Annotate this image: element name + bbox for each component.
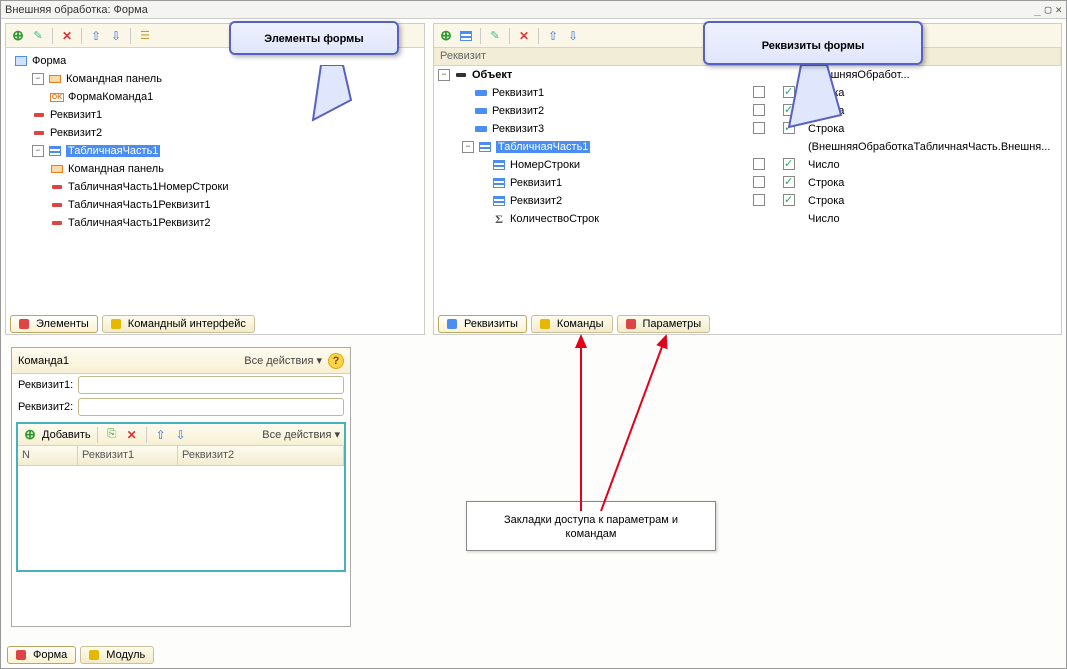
window-title: Внешняя обработка: Форма xyxy=(5,4,1030,16)
checkbox[interactable] xyxy=(783,86,795,98)
preview-table: ⊕ Добавить ⎘ ✕ ⇧ ⇩ Все действия ▾ N Рекви… xyxy=(16,422,346,572)
checkbox[interactable] xyxy=(783,194,795,206)
col-n[interactable]: N xyxy=(18,446,78,465)
checkbox[interactable] xyxy=(783,122,795,134)
sigma-icon: Σ xyxy=(492,213,506,225)
tab-forma[interactable]: Форма xyxy=(7,646,76,664)
rek1-input[interactable] xyxy=(78,376,344,394)
attrs-tree[interactable]: −Объект.ВнешняяОбработ... Реквизит1Строк… xyxy=(434,66,1061,312)
checkbox[interactable] xyxy=(753,158,765,170)
form-elements-panel: ⊕ ✎ ✕ ⇧ ⇩ ☰ Форма −Командная панель OKФо… xyxy=(5,23,425,335)
checkbox[interactable] xyxy=(783,176,795,188)
copy-icon[interactable]: ⎘ xyxy=(104,427,120,443)
edit-icon[interactable]: ✎ xyxy=(30,28,46,44)
left-tabs: Элементы Командный интерфейс xyxy=(6,312,424,334)
all-actions-button[interactable]: Все действия ▾ xyxy=(262,428,340,441)
checkbox[interactable] xyxy=(753,86,765,98)
expander-icon[interactable]: − xyxy=(438,69,450,81)
expander-icon[interactable]: − xyxy=(32,73,44,85)
props-icon[interactable]: ☰ xyxy=(137,28,153,44)
all-actions-button[interactable]: Все действия ▾ xyxy=(244,354,322,367)
tab-rekvizity[interactable]: Реквизиты xyxy=(438,315,527,333)
add-col-icon[interactable] xyxy=(458,28,474,44)
maximize-icon[interactable]: ▢ xyxy=(1045,3,1052,16)
tab-elements[interactable]: Элементы xyxy=(10,315,98,333)
close-icon[interactable]: ✕ xyxy=(1055,3,1062,16)
move-down-icon[interactable]: ⇩ xyxy=(173,427,189,443)
tree-form-cmd1: OKФормаКоманда1 xyxy=(10,88,420,106)
minimize-icon[interactable]: _ xyxy=(1034,3,1041,16)
checkbox[interactable] xyxy=(783,104,795,116)
tree-cmd-panel: −Командная панель xyxy=(10,70,420,88)
preview-cmd-link[interactable]: Команда1 xyxy=(18,355,244,367)
rek2-label: Реквизит2: xyxy=(18,401,78,413)
module-icon xyxy=(89,650,99,660)
window-titlebar: Внешняя обработка: Форма _ ▢ ✕ xyxy=(1,1,1066,19)
move-up-icon[interactable]: ⇧ xyxy=(545,28,561,44)
move-up-icon[interactable]: ⇧ xyxy=(153,427,169,443)
edit-icon[interactable]: ✎ xyxy=(487,28,503,44)
help-icon[interactable]: ? xyxy=(328,353,344,369)
tree-cmd-panel2: Командная панель xyxy=(10,160,420,178)
col-r1[interactable]: Реквизит1 xyxy=(78,446,178,465)
move-down-icon[interactable]: ⇩ xyxy=(108,28,124,44)
expander-icon[interactable]: − xyxy=(462,141,474,153)
delete-icon[interactable]: ✕ xyxy=(59,28,75,44)
tab-command-interface[interactable]: Командный интерфейс xyxy=(102,315,255,333)
delete-icon[interactable]: ✕ xyxy=(124,427,140,443)
delete-icon[interactable]: ✕ xyxy=(516,28,532,44)
tree-tab1: −ТабличнаяЧасть1 xyxy=(10,142,420,160)
elements-tree[interactable]: Форма −Командная панель OKФормаКоманда1 … xyxy=(6,48,424,312)
callout-elements: Элементы формы xyxy=(229,21,399,55)
callout-tabs-info: Закладки доступа к параметрам и командам xyxy=(466,501,716,551)
right-tabs: Реквизиты Команды Параметры xyxy=(434,312,1061,334)
checkbox[interactable] xyxy=(753,176,765,188)
tree-tab1-r2: ТабличнаяЧасть1Реквизит2 xyxy=(10,214,420,232)
tab-parametry[interactable]: Параметры xyxy=(617,315,711,333)
tree-tab1-r1: ТабличнаяЧасть1Реквизит1 xyxy=(10,196,420,214)
form-icon xyxy=(16,650,26,660)
form-attrs-panel: ⊕ ✎ ✕ ⇧ ⇩ Реквизит −Объект.ВнешняяОбрабо… xyxy=(433,23,1062,335)
add-button[interactable]: Добавить xyxy=(42,429,91,441)
tab-modul[interactable]: Модуль xyxy=(80,646,154,664)
add-icon[interactable]: ⊕ xyxy=(10,28,26,44)
checkbox[interactable] xyxy=(783,158,795,170)
add-icon[interactable]: ⊕ xyxy=(22,427,38,443)
checkbox[interactable] xyxy=(753,104,765,116)
tab-komandy[interactable]: Команды xyxy=(531,315,613,333)
form-preview: Команда1 Все действия ▾ ? Реквизит1: Рек… xyxy=(11,347,351,627)
move-down-icon[interactable]: ⇩ xyxy=(565,28,581,44)
expander-icon[interactable]: − xyxy=(32,145,44,157)
tree-tab1-nom: ТабличнаяЧасть1НомерСтроки xyxy=(10,178,420,196)
callout-attrs: Реквизиты формы xyxy=(703,21,923,65)
checkbox[interactable] xyxy=(753,194,765,206)
tree-rek1: Реквизит1 xyxy=(10,106,420,124)
move-up-icon[interactable]: ⇧ xyxy=(88,28,104,44)
checkbox[interactable] xyxy=(753,122,765,134)
rek1-label: Реквизит1: xyxy=(18,379,78,391)
rek2-input[interactable] xyxy=(78,398,344,416)
add-icon[interactable]: ⊕ xyxy=(438,28,454,44)
tree-rek2: Реквизит2 xyxy=(10,124,420,142)
col-r2[interactable]: Реквизит2 xyxy=(178,446,344,465)
